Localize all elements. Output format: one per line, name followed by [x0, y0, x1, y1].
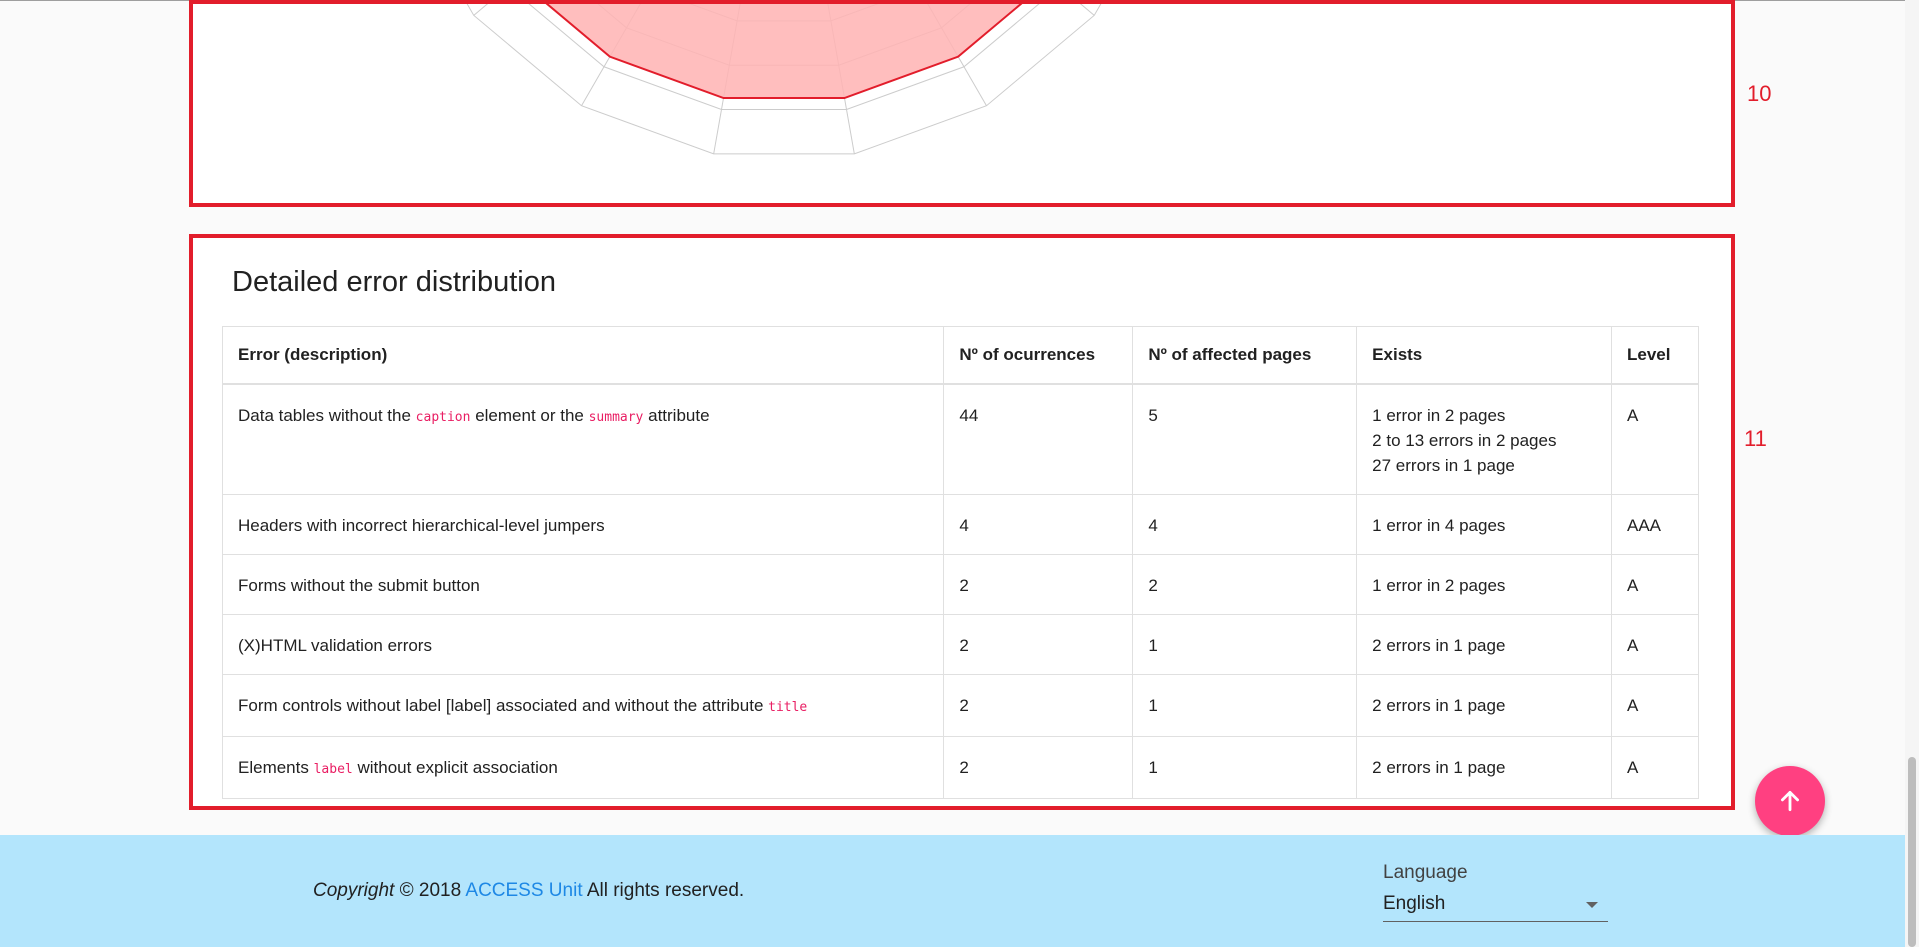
chevron-down-icon: [1586, 902, 1598, 908]
footer: [0, 835, 1905, 947]
arrow-up-icon: [1781, 790, 1799, 812]
annotation-label-10: 10: [1747, 81, 1772, 106]
annotation-box-10: [189, 0, 1735, 207]
scrollbar-thumb[interactable]: [1908, 757, 1916, 947]
language-label: Language: [1383, 862, 1468, 883]
copyright-notice: Copyright © 2018 ACCESS Unit All rights …: [313, 880, 744, 902]
access-unit-link[interactable]: ACCESS Unit: [465, 880, 582, 901]
copyright-year: © 2018: [394, 880, 466, 901]
language-value: English: [1383, 893, 1446, 914]
copyright-word: Copyright: [313, 880, 395, 901]
annotation-label-11: 11: [1744, 426, 1767, 451]
annotation-box-11: [189, 234, 1735, 810]
rights-text: All rights reserved.: [582, 880, 745, 901]
back-to-top-button[interactable]: [1755, 766, 1825, 836]
language-select[interactable]: English: [1383, 891, 1608, 922]
